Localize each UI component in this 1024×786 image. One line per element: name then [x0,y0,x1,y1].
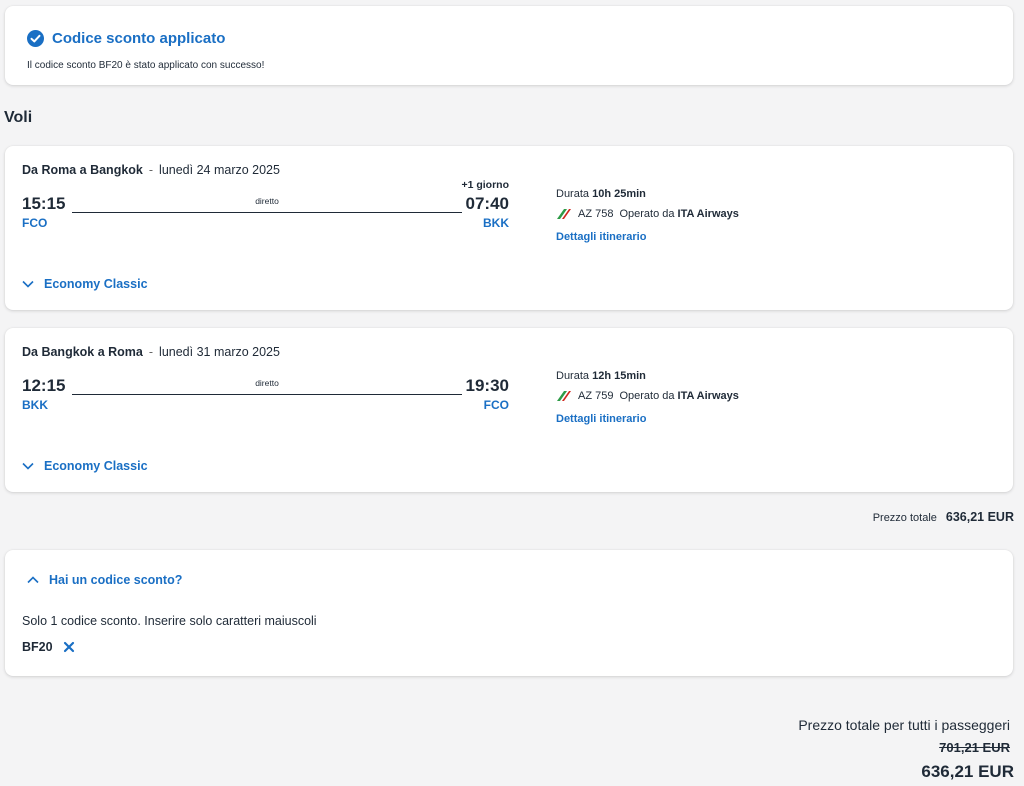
flight-number: AZ 758 [578,208,614,220]
flight-path-line [72,212,462,213]
applied-code: BF20 [22,640,53,654]
route-date: lunedì 31 marzo 2025 [159,345,280,359]
cabin-class-label: Economy Classic [44,277,148,291]
cabin-class-label: Economy Classic [44,459,148,473]
arrival-time: 07:40 [465,194,509,213]
flight-operator-info: AZ 759 Operato da ITA Airways [556,390,739,402]
route-name: Da Roma a Bangkok [22,163,143,177]
flights-section-title: Voli [4,109,33,126]
discount-code-toggle[interactable]: Hai un codice sconto? [27,573,182,587]
duration-value: 12h 15min [592,370,646,382]
route-header: Da Roma a Bangkok - lunedì 24 marzo 2025 [22,163,280,177]
flight-number: AZ 759 [578,390,614,402]
chevron-up-icon [27,576,39,584]
subtotal-label: Prezzo totale [872,512,937,524]
original-price: 701,21 EUR [939,740,1010,755]
departure-airport-code: BKK [22,398,48,412]
ita-airways-logo-icon [557,391,571,401]
duration-info: Durata 10h 25min [556,188,646,200]
stops-label: diretto [255,378,279,388]
airline-name: ITA Airways [677,390,739,402]
arrival-time: 19:30 [465,376,509,395]
check-circle-icon [27,30,44,47]
flight-card-outbound: Da Roma a Bangkok - lunedì 24 marzo 2025 +… [5,146,1013,310]
cabin-class-toggle[interactable]: Economy Classic [22,459,148,473]
arrival-airport-code: FCO [483,398,509,412]
departure-airport-code: FCO [22,216,48,230]
itinerary-details-link[interactable]: Dettagli itinerario [556,231,646,243]
discount-toggle-label: Hai un codice sconto? [49,573,183,587]
duration-label: Durata [556,188,590,200]
cabin-class-toggle[interactable]: Economy Classic [22,277,148,291]
chevron-down-icon [22,280,34,288]
itinerary-details-link[interactable]: Dettagli itinerario [556,413,646,425]
banner-message: Il codice sconto BF20 è stato applicato … [27,60,265,71]
plus-day-badge: +1 giorno [461,179,509,191]
ita-airways-logo-icon [557,209,571,219]
operated-by-label: Operato da [619,208,675,220]
applied-code-chip: BF20 [22,640,75,654]
route-separator: - [148,345,154,359]
flight-operator-info: AZ 758 Operato da ITA Airways [556,208,739,220]
airline-name: ITA Airways [677,208,739,220]
arrival-airport-code: BKK [483,216,509,230]
subtotal-line: Prezzo totale 636,21 EUR [873,510,1014,524]
banner-title: Codice sconto applicato [52,30,226,47]
duration-info: Durata 12h 15min [556,370,646,382]
departure-time: 15:15 [22,194,66,213]
flight-card-return: Da Bangkok a Roma - lunedì 31 marzo 2025 1… [5,328,1013,492]
discounted-price: 636,21 EUR [921,762,1014,781]
route-separator: - [148,163,154,177]
duration-value: 10h 25min [592,188,646,200]
route-name: Da Bangkok a Roma [22,345,143,359]
route-date: lunedì 24 marzo 2025 [159,163,280,177]
discount-applied-banner: Codice sconto applicato Il codice sconto… [5,6,1013,85]
grand-total-label: Prezzo totale per tutti i passeggeri [798,717,1010,733]
remove-code-icon[interactable] [63,641,75,653]
duration-label: Durata [556,370,590,382]
stops-label: diretto [255,196,279,206]
discount-instructions: Solo 1 codice sconto. Inserire solo cara… [22,614,317,628]
chevron-down-icon [22,462,34,470]
operated-by-label: Operato da [619,390,675,402]
subtotal-value: 636,21 EUR [945,510,1014,524]
banner-title-row: Codice sconto applicato [27,30,225,47]
route-header: Da Bangkok a Roma - lunedì 31 marzo 2025 [22,345,280,359]
discount-code-card: Hai un codice sconto? Solo 1 codice scon… [5,550,1013,676]
departure-time: 12:15 [22,376,66,395]
flight-path-line [72,394,462,395]
